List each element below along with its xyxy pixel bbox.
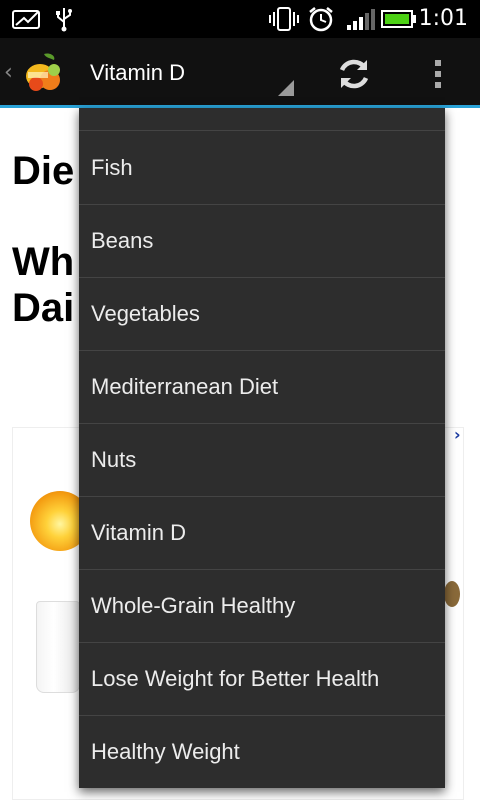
dropdown-item-healthy-weight[interactable]: Healthy Weight	[79, 716, 445, 788]
dropdown-item-fish[interactable]: Fish	[79, 132, 445, 205]
spinner-corner-icon	[278, 80, 294, 96]
dropdown-item-mediterranean-diet[interactable]: Mediterranean Diet	[79, 351, 445, 424]
dropdown-item-lose-weight[interactable]: Lose Weight for Better Health	[79, 643, 445, 716]
vibrate-icon	[268, 6, 300, 32]
subheading-line-1: Wh	[12, 240, 75, 284]
page-heading: Die	[12, 149, 75, 193]
refresh-icon	[339, 59, 369, 89]
dropdown-item-beans[interactable]: Beans	[79, 205, 445, 278]
image-icon	[10, 6, 42, 32]
ad-chevron-icon[interactable]: ›	[454, 425, 461, 444]
dropdown-item[interactable]	[79, 108, 445, 131]
app-logo[interactable]	[22, 50, 66, 96]
nav-title: Vitamin D	[90, 60, 185, 85]
dropdown-item-vitamin-d[interactable]: Vitamin D	[79, 497, 445, 570]
up-chevron-icon[interactable]: ‹	[4, 60, 18, 86]
overflow-menu-button[interactable]	[420, 52, 456, 96]
status-bar: 1:01	[0, 0, 480, 38]
overflow-dot	[435, 60, 441, 66]
page-subheading: Wh Dai	[12, 239, 74, 331]
signal-icon	[344, 6, 376, 32]
alarm-icon	[306, 6, 336, 32]
status-time: 1:01	[418, 6, 468, 31]
usb-icon	[52, 6, 76, 32]
battery-icon	[380, 6, 418, 32]
dropdown-item-vegetables[interactable]: Vegetables	[79, 278, 445, 351]
milk-glass-image	[36, 601, 80, 693]
dropdown-item-whole-grain-healthy[interactable]: Whole-Grain Healthy	[79, 570, 445, 643]
dropdown-item-nuts[interactable]: Nuts	[79, 424, 445, 497]
nut-image	[444, 581, 460, 607]
action-bar: ‹ Vitamin D	[0, 38, 480, 108]
nav-dropdown-menu: Fish Beans Vegetables Mediterranean Diet…	[79, 108, 445, 788]
subheading-line-2: Dai	[12, 286, 75, 330]
navigation-spinner[interactable]: Vitamin D	[80, 48, 300, 100]
refresh-button[interactable]	[328, 52, 380, 96]
overflow-dot	[435, 71, 441, 77]
overflow-dot	[435, 82, 441, 88]
